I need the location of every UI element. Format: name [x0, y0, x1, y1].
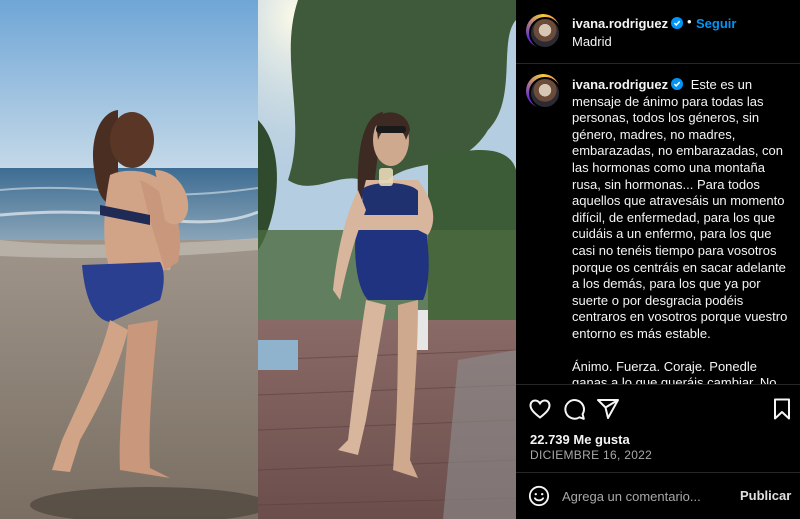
caption-body: Este es un mensaje de ánimo para todas l… [572, 77, 791, 341]
caption-paragraph-2: Ánimo. Fuerza. Coraje. Ponedle ganas a l… [572, 358, 777, 385]
caption-area[interactable]: ivana.rodriguez Este es un mensaje de án… [516, 64, 800, 384]
separator-dot: • [687, 14, 692, 29]
post-date: DICIEMBRE 16, 2022 [530, 448, 653, 462]
follow-button[interactable]: Seguir [696, 16, 736, 31]
verified-badge-icon [671, 78, 684, 90]
verified-badge-icon [671, 17, 684, 29]
caption-username[interactable]: ivana.rodriguez [572, 77, 684, 92]
photo-terrace [258, 0, 516, 519]
comment-bar: Publicar [516, 472, 800, 519]
likes-count[interactable]: 22.739 Me gusta [530, 432, 630, 447]
comment-icon[interactable] [562, 397, 586, 421]
post-side-panel: ivana.rodriguez • Seguir Madrid ivana.ro… [516, 0, 800, 519]
comment-input[interactable] [562, 485, 722, 507]
caption-username-text: ivana.rodriguez [572, 77, 669, 92]
post-header: ivana.rodriguez • Seguir Madrid [516, 0, 800, 64]
publish-button[interactable]: Publicar [740, 488, 791, 503]
share-icon[interactable] [596, 397, 620, 421]
heart-icon[interactable] [528, 397, 552, 421]
caption-avatar[interactable] [526, 74, 561, 109]
username-link[interactable]: ivana.rodriguez [572, 16, 684, 31]
caption-text: ivana.rodriguez Este es un mensaje de án… [572, 77, 794, 384]
emoji-icon[interactable] [528, 485, 550, 507]
bookmark-icon[interactable] [770, 397, 794, 421]
avatar[interactable] [526, 14, 561, 49]
photo-beach [0, 0, 258, 519]
caption-paragraph: ivana.rodriguez Este es un mensaje de án… [572, 77, 794, 343]
username-text: ivana.rodriguez [572, 16, 669, 31]
post-media[interactable] [0, 0, 516, 519]
action-bar [516, 384, 800, 424]
location-link[interactable]: Madrid [572, 34, 612, 49]
